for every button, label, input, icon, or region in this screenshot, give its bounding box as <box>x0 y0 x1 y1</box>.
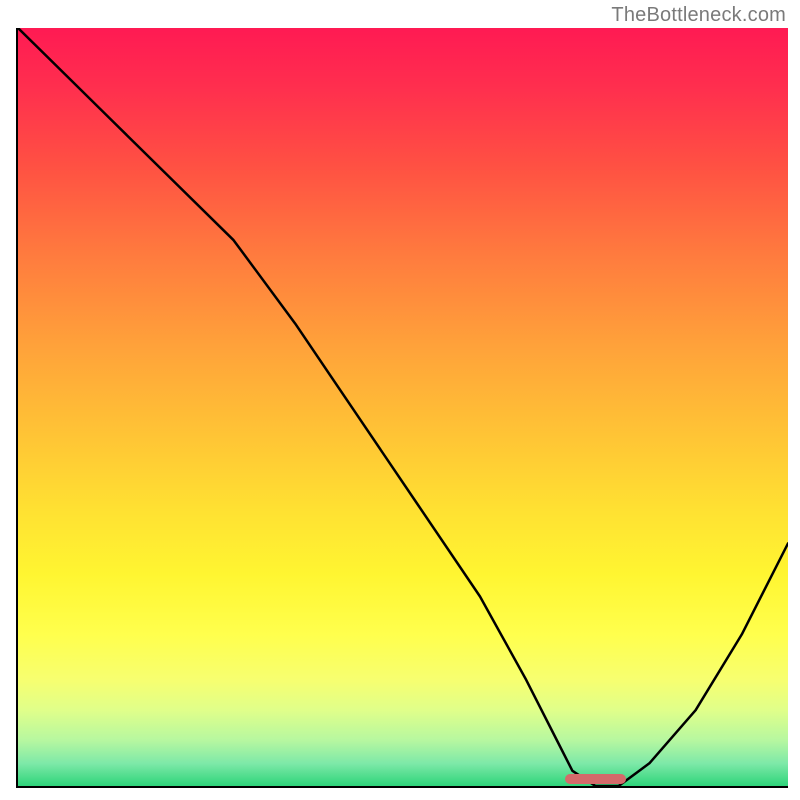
bottleneck-curve <box>18 28 788 786</box>
plot-area <box>16 28 788 788</box>
optimum-marker <box>565 774 627 784</box>
bottleneck-chart: TheBottleneck.com <box>0 0 800 800</box>
watermark-text: TheBottleneck.com <box>611 4 786 27</box>
curve-path <box>18 28 788 786</box>
